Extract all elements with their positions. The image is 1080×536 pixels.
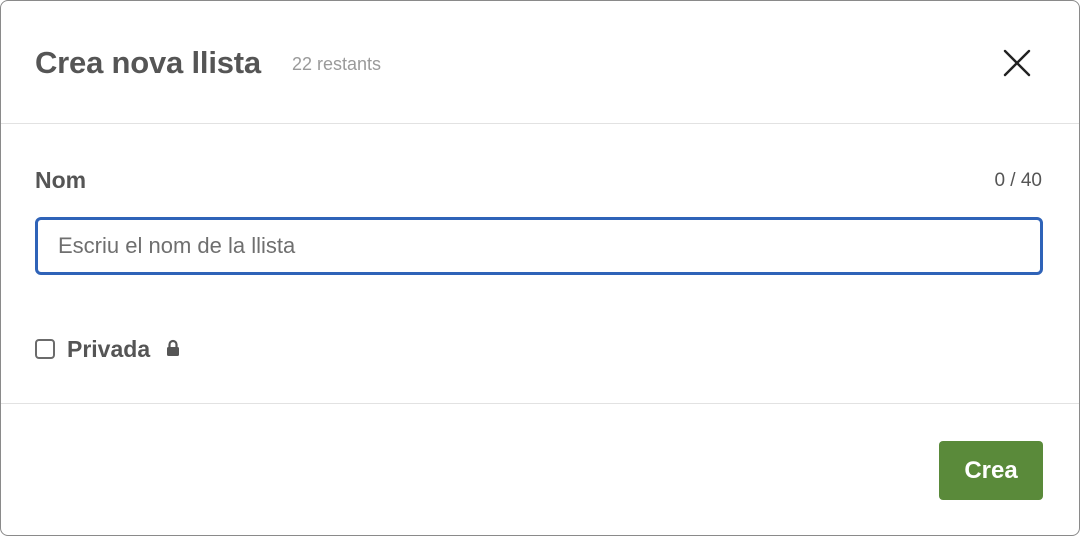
remaining-count: 22 restants (292, 54, 382, 74)
create-button[interactable]: Crea (939, 441, 1043, 500)
close-icon (1003, 49, 1031, 77)
character-counter: 0 / 40 (994, 170, 1042, 191)
dialog-footer: Crea (1, 404, 1079, 535)
list-name-input[interactable] (35, 217, 1043, 275)
name-label: Nom (35, 167, 87, 193)
dialog-body: Nom 0 / 40 Privada (1, 124, 1079, 404)
close-button[interactable] (997, 43, 1037, 83)
dialog-title: Crea nova llista (35, 45, 261, 80)
private-label: Privada (67, 336, 151, 362)
create-list-dialog: Crea nova llista 22 restants Nom 0 / 40 … (0, 0, 1080, 536)
private-checkbox[interactable] (35, 339, 55, 359)
dialog-header: Crea nova llista 22 restants (1, 1, 1079, 124)
lock-icon (167, 339, 180, 356)
private-option: Privada (35, 333, 180, 365)
